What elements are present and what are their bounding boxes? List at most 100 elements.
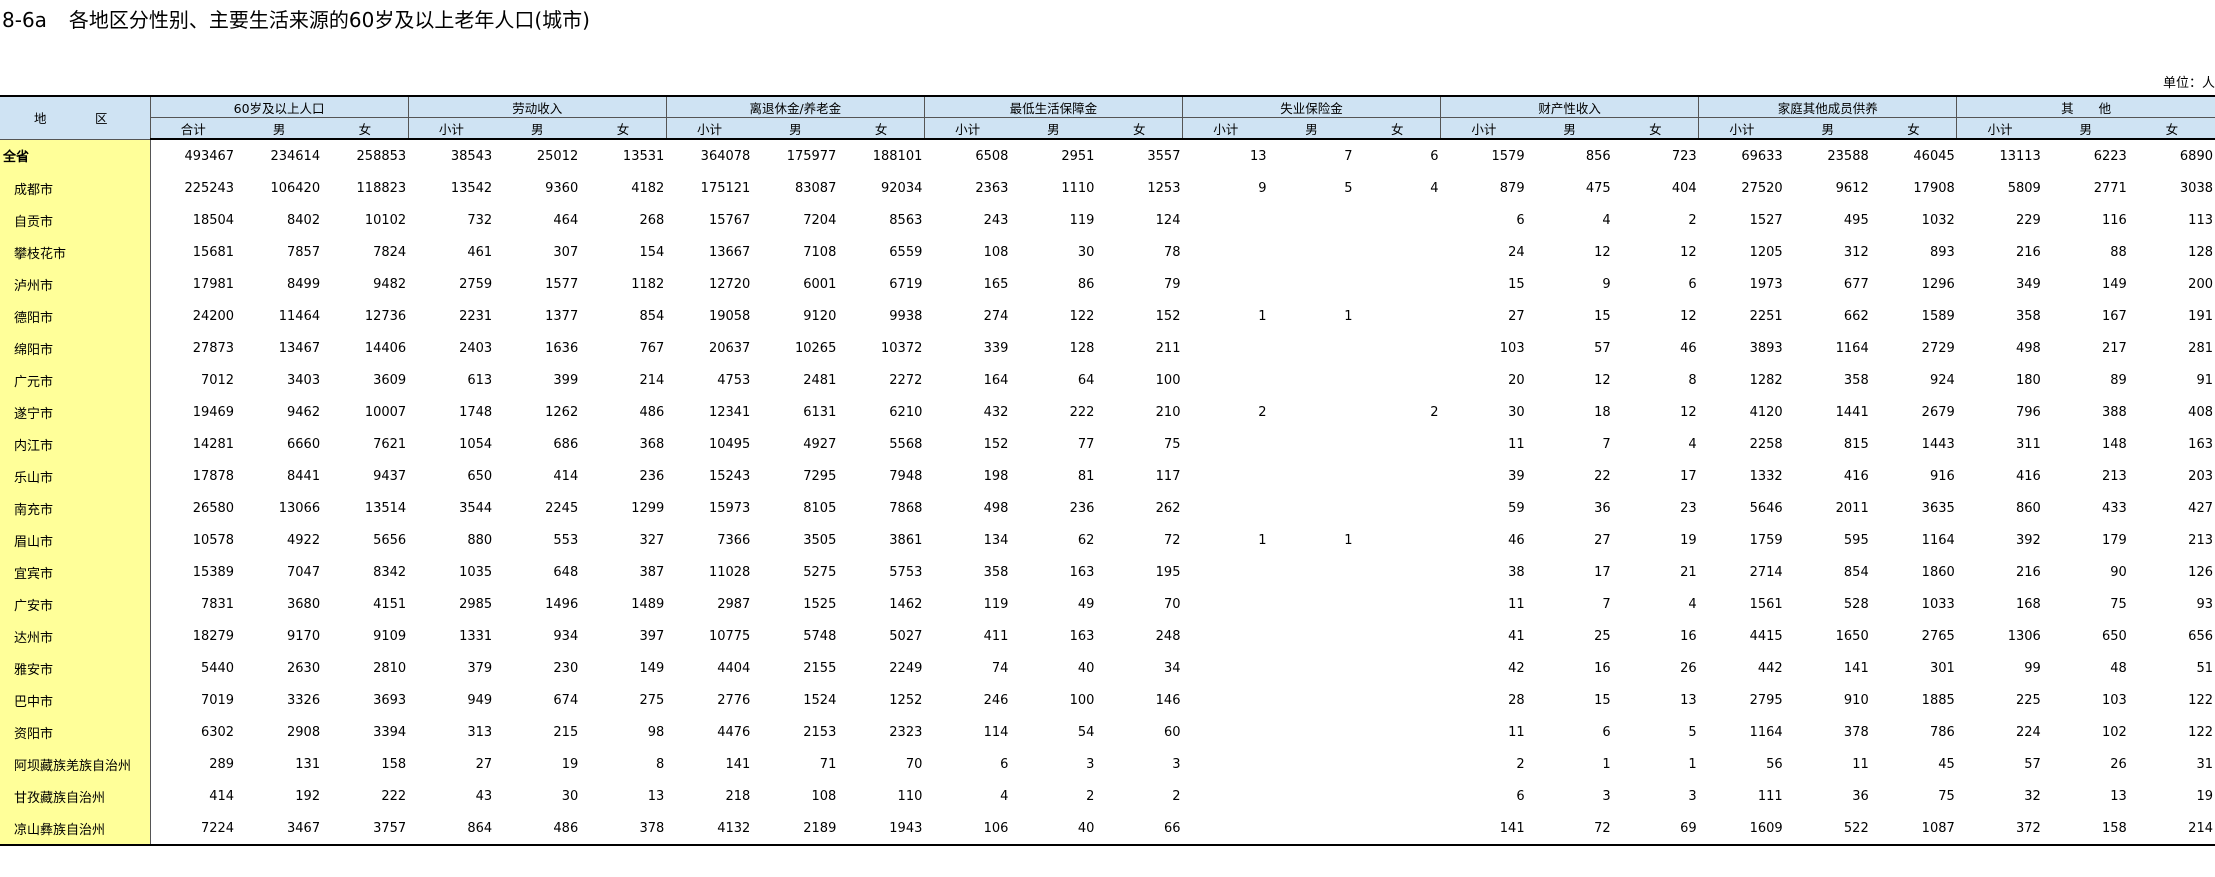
value-cell: 3 [1602, 788, 1611, 804]
value-cell: 48 [2110, 660, 2127, 676]
value-cell: 103 [1499, 340, 1525, 356]
value-cell: 79 [1163, 276, 1181, 292]
value-cell: 213 [2102, 468, 2127, 484]
value-cell: 732 [467, 212, 493, 228]
value-cell: 4132 [666, 812, 753, 846]
value-cell: 45 [1938, 756, 1955, 772]
value-cell: 1 [1688, 756, 1697, 772]
value-cell: 56 [1766, 756, 1783, 772]
value-cell: 27 [1594, 532, 1611, 548]
table-code: 8-6a [2, 8, 47, 32]
value-cell: 36 [1852, 788, 1869, 804]
value-cell: 7012 [200, 372, 235, 388]
value-cell: 5656 [373, 532, 407, 548]
value-cell: 10265 [794, 340, 837, 356]
value-cell: 7047 [287, 564, 321, 580]
header-group: 最低生活保障金 [923, 95, 1183, 118]
value-cell: 4476 [717, 724, 751, 740]
value-cell: 13 [647, 788, 665, 804]
value-cell [1182, 588, 1268, 620]
value-cell: 6 [1516, 212, 1525, 228]
header-group-row: 地 区 60岁及以上人口 劳动收入 离退休金/养老金 最低生活保障金 失业保险金 财产性收… [0, 95, 2215, 140]
value-cell: 6508 [975, 148, 1009, 164]
value-cell: 3394 [373, 724, 407, 740]
value-cell [1355, 588, 1441, 620]
value-cell: 662 [1843, 308, 1869, 324]
value-cell: 3635 [1921, 500, 1955, 516]
value-cell: 2776 [717, 692, 751, 708]
header-subcolumn: 女 [1612, 117, 1699, 140]
value-cell: 146 [1155, 692, 1181, 708]
value-cell [1355, 556, 1441, 588]
value-cell: 3609 [373, 372, 407, 388]
value-cell [1269, 396, 1355, 428]
value-cell: 4927 [803, 436, 837, 452]
value-cell: 19058 [708, 308, 751, 324]
region-cell: 巴中市 [0, 684, 151, 716]
value-cell: 6 [1000, 756, 1009, 772]
value-cell: 2771 [2093, 180, 2127, 196]
region-cell: 全省 [0, 139, 151, 172]
value-cell: 1885 [1921, 692, 1955, 708]
value-cell: 203 [2188, 468, 2213, 484]
value-cell: 11 [1508, 724, 1525, 740]
table-row: 遂宁市 19469 9462 10007 1748 1262 486 12341 6131 621… [0, 396, 2215, 428]
value-cell: 2951 [1061, 148, 1095, 164]
header-subcolumn: 男 [236, 117, 323, 140]
value-cell: 236 [1069, 500, 1095, 516]
value-cell: 17981 [192, 276, 235, 292]
value-cell: 1527 [1749, 212, 1783, 228]
value-cell [1355, 332, 1441, 364]
value-cell: 949 [467, 692, 493, 708]
value-cell: 113 [2188, 212, 2213, 228]
value-cell: 31 [2196, 756, 2213, 772]
value-cell: 723 [1671, 148, 1697, 164]
value-cell: 46045 [1913, 148, 1955, 164]
value-cell: 2 [1516, 756, 1525, 772]
value-cell: 21 [1680, 564, 1697, 580]
value-cell: 6559 [889, 244, 923, 260]
value-cell: 5568 [889, 436, 923, 452]
value-cell: 1164 [1749, 724, 1783, 740]
value-cell: 2153 [803, 724, 837, 740]
value-cell: 416 [1843, 468, 1869, 484]
value-cell: 307 [553, 244, 579, 260]
value-cell: 64 [1077, 372, 1095, 388]
value-cell: 7857 [287, 244, 321, 260]
value-cell: 1205 [1749, 244, 1783, 260]
value-cell [1355, 684, 1441, 716]
value-cell: 108 [983, 244, 1009, 260]
value-cell: 656 [2188, 628, 2213, 644]
header-subcolumn: 小计 [923, 117, 1011, 140]
value-cell: 358 [1843, 372, 1869, 388]
value-cell: 2363 [975, 180, 1009, 196]
value-cell: 20 [1508, 372, 1525, 388]
table-row: 达州市 18279 9170 9109 1331 934 397 10775 5748 5027 4… [0, 620, 2215, 652]
value-cell: 13 [2110, 788, 2127, 804]
value-cell: 46 [1508, 532, 1525, 548]
value-cell: 13113 [1999, 148, 2041, 164]
value-cell: 191 [2188, 308, 2213, 324]
value-cell: 122 [1069, 308, 1095, 324]
table-row: 德阳市 24200 11464 12736 2231 1377 854 19058 9120 99… [0, 300, 2215, 332]
value-cell: 17 [1680, 468, 1697, 484]
value-cell: 6001 [803, 276, 837, 292]
region-cell: 广元市 [0, 364, 151, 396]
value-cell: 40 [1077, 660, 1095, 676]
value-cell: 464 [553, 212, 579, 228]
value-cell: 5440 [200, 660, 235, 676]
value-cell: 11 [1508, 436, 1525, 452]
value-cell: 12 [1680, 244, 1697, 260]
value-cell: 2272 [889, 372, 923, 388]
value-cell: 163 [1069, 564, 1095, 580]
value-cell: 19 [2196, 788, 2213, 804]
value-cell: 39 [1508, 468, 1525, 484]
value-cell: 216 [2015, 244, 2041, 260]
value-cell: 179 [2102, 532, 2127, 548]
value-cell: 486 [639, 404, 665, 420]
value-cell: 25012 [536, 148, 579, 164]
region-cell: 凉山彝族自治州 [0, 812, 151, 846]
header-group: 离退休金/养老金 [665, 95, 925, 118]
value-cell: 1973 [1749, 276, 1783, 292]
value-cell: 1252 [889, 692, 923, 708]
